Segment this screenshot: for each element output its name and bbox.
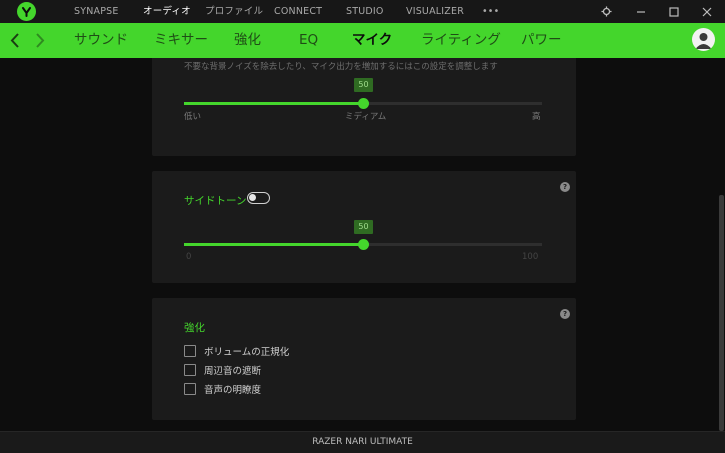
topnav-studio[interactable]: STUDIO — [346, 0, 384, 23]
mic-sensitivity-panel: 不要な背景ノイズを除去したり、マイク出力を増加するにはこの設定を調整します 50… — [152, 58, 576, 156]
tab-mic[interactable]: マイク — [352, 23, 392, 58]
tab-eq[interactable]: EQ — [299, 23, 318, 58]
option-voice-clarity[interactable]: 音声の明瞭度 — [184, 382, 261, 396]
toggle-knob — [249, 194, 256, 201]
title-bar: SYNAPSE オーディオ プロファイル CONNECT STUDIO VISU… — [0, 0, 725, 23]
tab-enhancement[interactable]: 強化 — [234, 23, 261, 58]
topnav-connect[interactable]: CONNECT — [274, 0, 322, 23]
slider-mid-label: ミディアム — [345, 112, 387, 122]
sidetone-panel: ? サイドトーン 50 0 100 — [152, 171, 576, 283]
back-arrow-icon[interactable] — [8, 32, 22, 49]
maximize-icon — [669, 6, 679, 17]
checkbox-label: ボリュームの正規化 — [204, 347, 290, 358]
gear-icon — [600, 6, 612, 17]
tab-power[interactable]: パワー — [521, 23, 562, 58]
help-icon[interactable]: ? — [560, 309, 570, 319]
sidetone-slider-thumb[interactable] — [357, 239, 369, 250]
topnav-visualizer[interactable]: VISUALIZER — [406, 0, 464, 23]
content-area: 不要な背景ノイズを除去したり、マイク出力を増加するにはこの設定を調整します 50… — [0, 58, 725, 431]
checkbox-label: 周辺音の遮断 — [204, 366, 262, 377]
settings-button[interactable] — [591, 0, 621, 23]
user-icon — [695, 33, 712, 49]
maximize-button[interactable] — [659, 0, 689, 23]
mic-sensitivity-fill — [184, 102, 363, 105]
sidetone-title: サイドトーン — [184, 195, 247, 207]
close-icon — [702, 7, 712, 16]
minimize-button[interactable] — [626, 0, 656, 23]
scrollbar[interactable] — [719, 195, 724, 431]
checkbox-label: 音声の明瞭度 — [204, 385, 262, 396]
checkbox[interactable] — [184, 364, 196, 376]
audio-subnav: サウンド ミキサー 強化 EQ マイク ライティング パワー — [0, 23, 725, 58]
topnav-profile[interactable]: プロファイル — [205, 0, 263, 23]
sidetone-min-label: 0 — [186, 252, 192, 262]
razer-logo-icon[interactable] — [17, 2, 36, 21]
mic-sensitivity-value: 50 — [354, 78, 373, 92]
user-avatar[interactable] — [692, 28, 715, 51]
enhancement-title: 強化 — [184, 322, 205, 334]
option-ambient-noise-reduction[interactable]: 周辺音の遮断 — [184, 363, 261, 377]
device-footer: RAZER NARI ULTIMATE — [0, 431, 725, 453]
mic-sensitivity-description: 不要な背景ノイズを除去したり、マイク出力を増加するにはこの設定を調整します — [184, 62, 498, 72]
option-volume-normalization[interactable]: ボリュームの正規化 — [184, 344, 289, 358]
tab-lighting[interactable]: ライティング — [421, 23, 501, 58]
sidetone-value: 50 — [354, 220, 373, 234]
sidetone-max-label: 100 — [522, 252, 539, 262]
slider-max-label: 高 — [532, 112, 541, 122]
enhancement-panel: ? 強化 — [152, 298, 576, 420]
slider-min-label: 低い — [184, 112, 202, 122]
sidetone-toggle[interactable] — [247, 192, 270, 204]
topnav-synapse[interactable]: SYNAPSE — [74, 0, 119, 23]
tab-sound[interactable]: サウンド — [74, 23, 128, 58]
minimize-icon — [637, 10, 645, 13]
mic-sensitivity-slider-thumb[interactable] — [357, 98, 369, 109]
checkbox[interactable] — [184, 345, 196, 357]
tab-mixer[interactable]: ミキサー — [154, 23, 208, 58]
forward-arrow-icon[interactable] — [33, 32, 47, 49]
close-button[interactable] — [692, 0, 722, 23]
topnav-audio[interactable]: オーディオ — [143, 0, 191, 23]
device-name: RAZER NARI ULTIMATE — [312, 437, 413, 447]
help-icon[interactable]: ? — [560, 182, 570, 192]
checkbox[interactable] — [184, 383, 196, 395]
sidetone-fill — [184, 243, 363, 246]
more-options-button[interactable]: ••• — [482, 0, 499, 23]
